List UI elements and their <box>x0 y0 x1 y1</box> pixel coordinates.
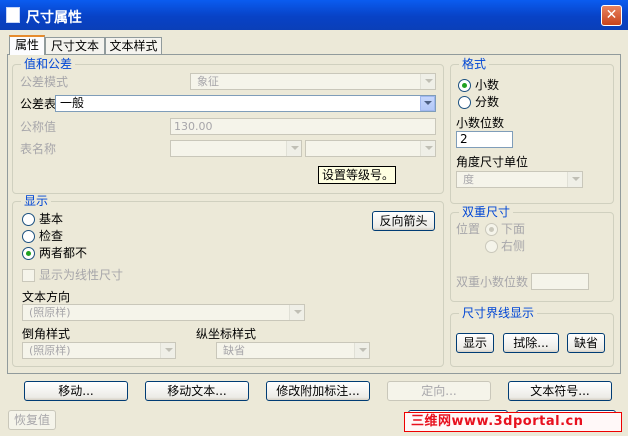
below-label: 下面 <box>501 222 526 236</box>
text-direction-value: (照原样) <box>29 306 71 319</box>
ordinate-style-select[interactable]: 缺省 <box>216 342 370 359</box>
erase-witness-button[interactable]: 拭除... <box>503 333 559 353</box>
right-radio[interactable] <box>485 240 498 253</box>
tolerance-table-value: 一般 <box>60 96 85 110</box>
tolerance-table-select[interactable]: 一般 <box>55 95 436 112</box>
basic-radio[interactable] <box>22 213 35 226</box>
chevron-down-icon[interactable] <box>420 141 435 156</box>
table-name-select[interactable] <box>170 140 302 157</box>
show-witness-button[interactable]: 显示 <box>456 333 494 353</box>
chevron-down-icon[interactable] <box>286 141 301 156</box>
chamfer-style-label: 倒角样式 <box>22 327 71 341</box>
chevron-down-icon[interactable] <box>289 305 304 320</box>
decimal-places-field[interactable]: 2 <box>456 131 513 148</box>
angle-unit-select[interactable]: 度 <box>456 171 583 188</box>
close-button[interactable]: ✕ <box>601 5 622 26</box>
text-direction-select[interactable]: (照原样) <box>22 304 305 321</box>
format-group-legend: 格式 <box>459 57 490 71</box>
table-name-label: 表名称 <box>20 142 57 156</box>
tolerance-mode-select[interactable]: 象征 <box>190 73 436 90</box>
text-symbol-button[interactable]: 文本符号... <box>508 381 612 401</box>
nominal-value-label: 公称值 <box>20 120 57 134</box>
app-icon <box>6 7 20 23</box>
linear-checkbox[interactable] <box>22 269 35 282</box>
chevron-down-icon[interactable] <box>567 172 582 187</box>
display-group-legend: 显示 <box>21 194 52 208</box>
inspect-label: 检查 <box>39 229 64 243</box>
angle-unit-label: 角度尺寸单位 <box>456 155 529 169</box>
chevron-down-icon[interactable] <box>420 96 435 111</box>
fraction-radio[interactable] <box>458 96 471 109</box>
linear-checkbox-label: 显示为线性尺寸 <box>39 268 124 282</box>
chamfer-style-value: (照原样) <box>29 344 71 357</box>
tab-properties[interactable]: 属性 <box>9 35 45 55</box>
flip-arrows-button[interactable]: 反向箭头 <box>372 211 435 231</box>
tolerance-group-legend: 值和公差 <box>21 57 76 71</box>
ordinate-style-value: 缺省 <box>223 344 245 357</box>
dual-dimension-legend: 双重尺寸 <box>459 205 514 219</box>
decimal-label: 小数 <box>475 78 500 92</box>
modify-attach-button[interactable]: 修改附加标注... <box>266 381 370 401</box>
tab-dimension-text[interactable]: 尺寸文本 <box>45 37 105 54</box>
inspect-radio[interactable] <box>22 230 35 243</box>
dual-decimals-field[interactable] <box>531 273 589 290</box>
grade-tooltip: 设置等级号。 <box>318 166 396 184</box>
dual-decimals-label: 双重小数位数 <box>456 275 529 289</box>
chevron-down-icon[interactable] <box>160 343 175 358</box>
watermark: 三维网www.3dportal.cn <box>404 412 622 432</box>
ordinate-style-label: 纵坐标样式 <box>196 327 257 341</box>
below-radio[interactable] <box>485 223 498 236</box>
restore-values-button[interactable]: 恢复值 <box>8 410 56 430</box>
angle-unit-value: 度 <box>463 173 474 186</box>
decimal-places-label: 小数位数 <box>456 116 505 130</box>
neither-label: 两者都不 <box>39 246 88 260</box>
tolerance-mode-value: 象征 <box>197 75 219 88</box>
orient-button[interactable]: 定向... <box>387 381 491 401</box>
move-button[interactable]: 移动... <box>24 381 128 401</box>
decimal-radio[interactable] <box>458 79 471 92</box>
tolerance-mode-label: 公差模式 <box>20 75 69 89</box>
nominal-value-field[interactable]: 130.00 <box>170 118 436 135</box>
title-bar[interactable]: 尺寸属性 ✕ <box>0 0 628 30</box>
tab-text-style[interactable]: 文本样式 <box>105 37 162 54</box>
tolerance-table-label: 公差表 <box>20 97 57 111</box>
text-direction-label: 文本方向 <box>22 290 71 304</box>
right-label: 右侧 <box>501 239 526 253</box>
witness-line-legend: 尺寸界线显示 <box>459 306 538 320</box>
default-witness-button[interactable]: 缺省 <box>567 333 605 353</box>
window-title: 尺寸属性 <box>26 10 82 26</box>
chamfer-style-select[interactable]: (照原样) <box>22 342 176 359</box>
move-text-button[interactable]: 移动文本... <box>145 381 249 401</box>
chevron-down-icon[interactable] <box>420 74 435 89</box>
dual-position-label: 位置 <box>456 222 481 236</box>
dimension-properties-dialog: 尺寸属性 ✕ 属性 尺寸文本 文本样式 值和公差 公差模式 象征 公差表 一般 … <box>0 0 628 436</box>
basic-label: 基本 <box>39 212 64 226</box>
neither-radio[interactable] <box>22 247 35 260</box>
chevron-down-icon[interactable] <box>354 343 369 358</box>
grade-select[interactable] <box>305 140 436 157</box>
fraction-label: 分数 <box>475 95 500 109</box>
